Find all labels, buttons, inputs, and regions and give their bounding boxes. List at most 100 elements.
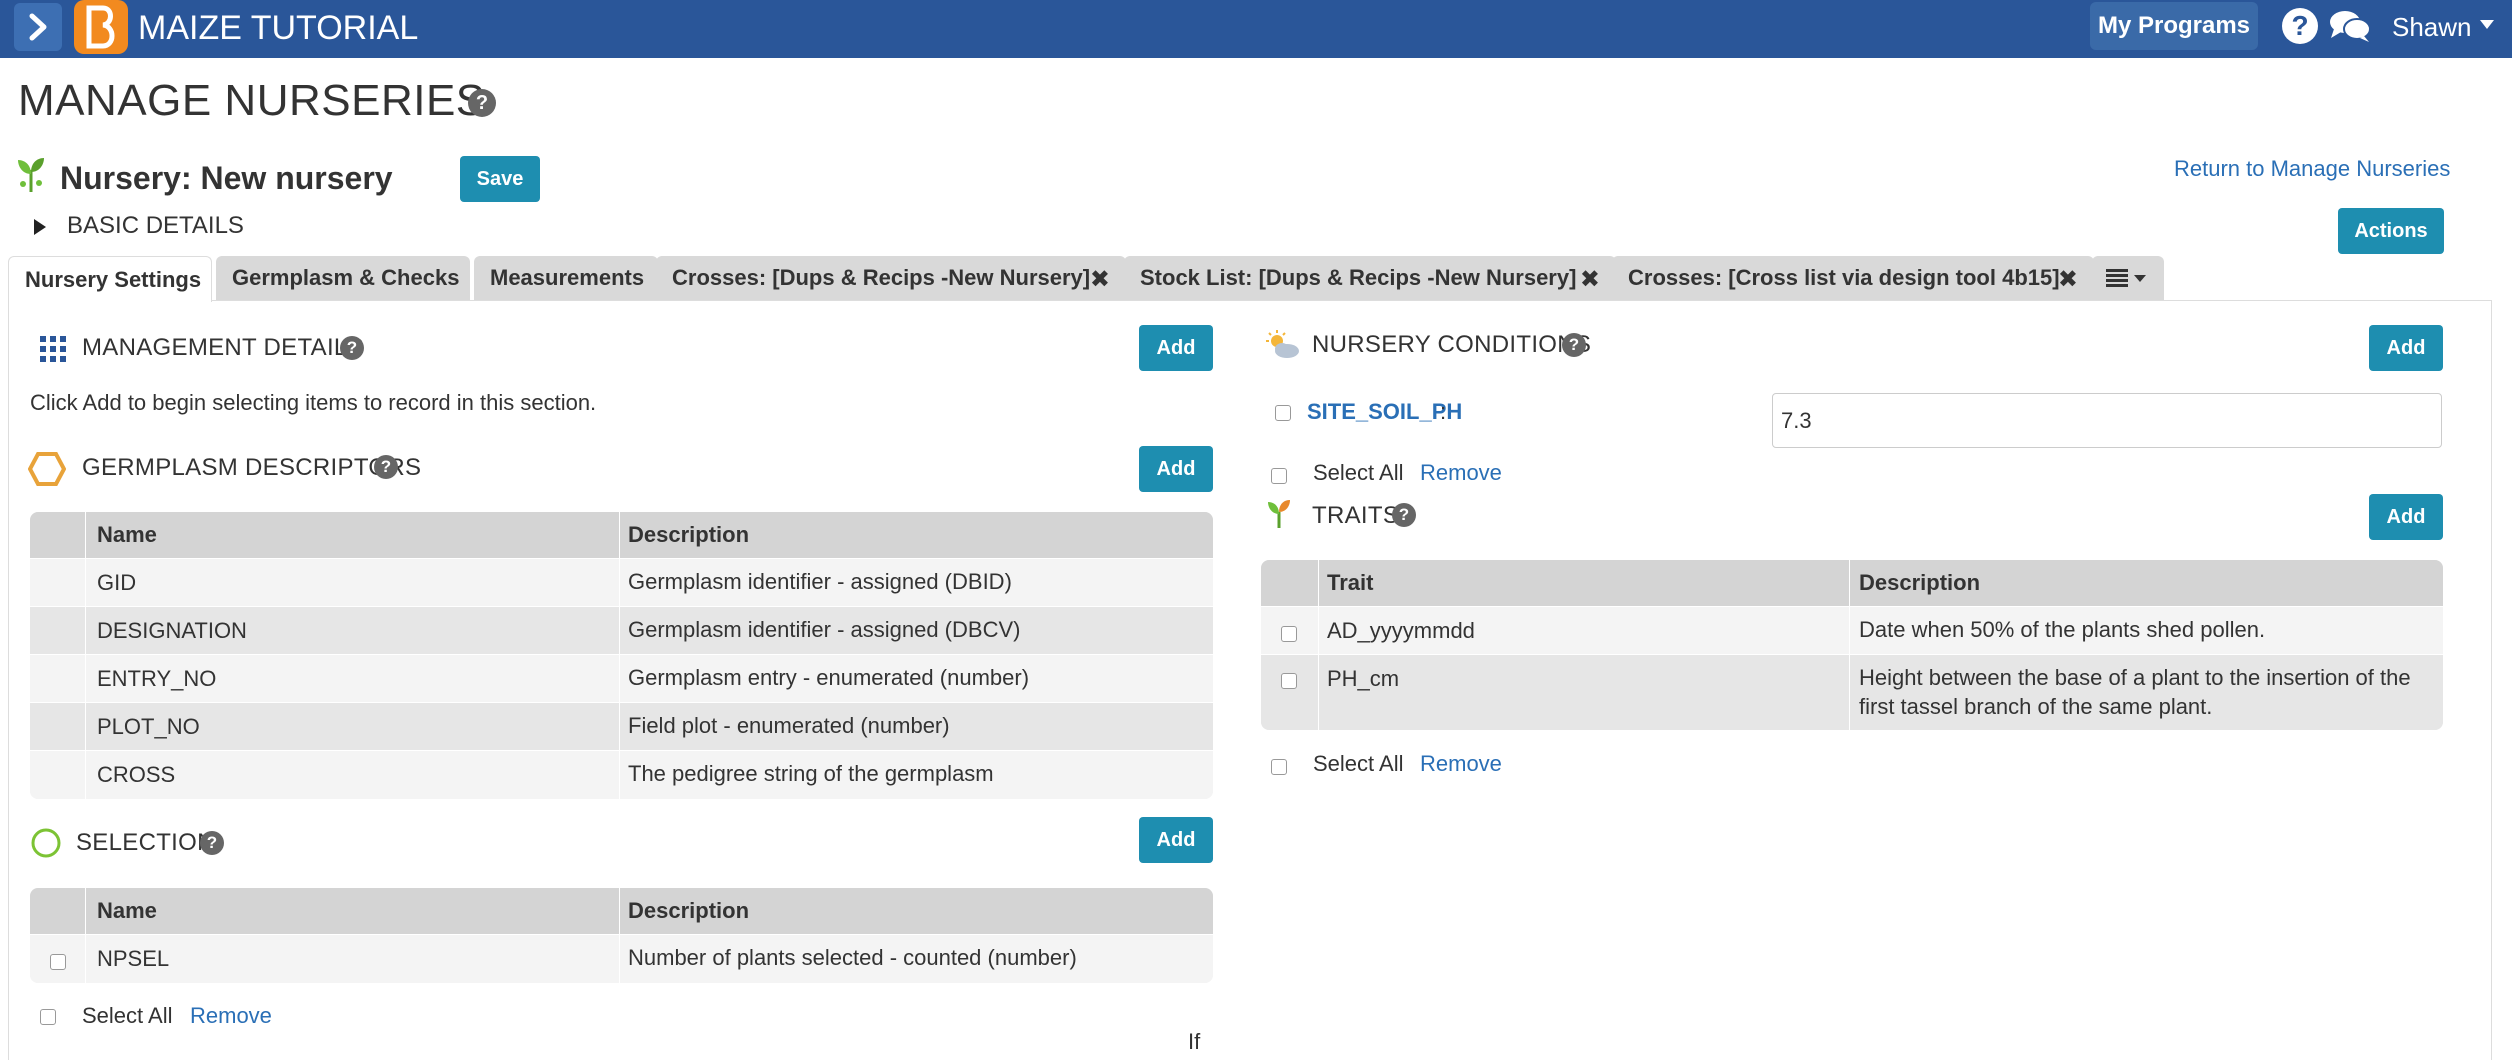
- tab-label: Crosses: [Dups & Recips -New Nursery]: [672, 265, 1091, 290]
- traits-title: TRAITS: [1312, 502, 1400, 529]
- tab-label: Stock List: [Dups & Recips -New Nursery]: [1140, 265, 1577, 290]
- add-management-button[interactable]: Add: [1139, 325, 1213, 371]
- select-all-checkbox[interactable]: [40, 1009, 56, 1025]
- help-icon[interactable]: ?: [374, 455, 398, 479]
- column-divider: [1318, 560, 1319, 730]
- selection-description: Number of plants selected - counted (num…: [628, 945, 1077, 970]
- trait-description: Date when 50% of the plants shed pollen.: [1859, 617, 2266, 642]
- page-title: MANAGE NURSERIES: [18, 76, 486, 125]
- basic-details-toggle[interactable]: BASIC DETAILS: [67, 212, 244, 240]
- select-all-checkbox[interactable]: [1271, 468, 1287, 484]
- trait-name-link[interactable]: AD_yyyymmdd: [1327, 616, 1475, 645]
- question-circle-icon[interactable]: ?: [2282, 8, 2318, 44]
- return-to-manage-nurseries-link[interactable]: Return to Manage Nurseries: [2174, 156, 2450, 182]
- help-icon[interactable]: ?: [1392, 503, 1416, 527]
- germplasm-name-link[interactable]: ENTRY_NO: [97, 664, 216, 693]
- hexagon-icon: [28, 452, 66, 486]
- column-header-name: Name: [97, 522, 157, 547]
- my-programs-button[interactable]: My Programs: [2090, 2, 2258, 50]
- select-all-label: Select All: [1313, 460, 1404, 485]
- germplasm-name-link[interactable]: DESIGNATION: [97, 616, 247, 645]
- bms-logo-icon: [86, 5, 115, 49]
- table-row: AD_yyyymmdd Date when 50% of the plants …: [1261, 606, 2443, 654]
- row-checkbox[interactable]: [50, 954, 66, 970]
- add-germplasm-button[interactable]: Add: [1139, 446, 1213, 492]
- germplasm-name-link[interactable]: GID: [97, 568, 136, 597]
- nursery-conditions-title: NURSERY CONDITIONS: [1312, 331, 1592, 358]
- app-logo[interactable]: [74, 0, 128, 54]
- traits-table: Trait Description AD_yyyymmdd Date when …: [1261, 560, 2443, 730]
- add-traits-button[interactable]: Add: [2369, 494, 2443, 540]
- menu-toggle-button[interactable]: [14, 3, 62, 51]
- condition-checkbox[interactable]: [1275, 405, 1291, 421]
- germplasm-description: The pedigree string of the germplasm: [628, 761, 994, 786]
- selection-table: Name Description NPSEL Number of plants …: [30, 888, 1213, 983]
- germplasm-name-link[interactable]: PLOT_NO: [97, 712, 200, 741]
- tab-crosses-design-tool[interactable]: Crosses: [Cross list via design tool 4b1…: [1612, 256, 2094, 300]
- close-icon[interactable]: ✖: [1580, 265, 1600, 294]
- column-header-description: Description: [628, 522, 750, 547]
- table-header: Trait Description: [1261, 560, 2443, 606]
- expand-triangle-icon[interactable]: [34, 219, 46, 235]
- seedling-icon: [1268, 500, 1290, 528]
- remove-link[interactable]: Remove: [1420, 751, 1502, 777]
- trailing-text: If: [1188, 1029, 1201, 1054]
- row-checkbox[interactable]: [1281, 626, 1297, 642]
- column-divider: [85, 888, 86, 983]
- tab-nursery-settings[interactable]: Nursery Settings: [8, 256, 212, 302]
- tab-list-menu[interactable]: [2092, 256, 2164, 300]
- tab-label: Nursery Settings: [25, 266, 202, 292]
- help-icon[interactable]: ?: [340, 336, 364, 360]
- actions-button[interactable]: Actions: [2338, 208, 2444, 254]
- add-conditions-button[interactable]: Add: [2369, 325, 2443, 371]
- select-all-checkbox[interactable]: [1271, 759, 1287, 775]
- app-title: MAIZE TUTORIAL: [138, 9, 419, 47]
- table-row: PLOT_NO Field plot - enumerated (number): [30, 702, 1213, 750]
- remove-link[interactable]: Remove: [1420, 460, 1502, 486]
- table-header: Name Description: [30, 888, 1213, 934]
- remove-link[interactable]: Remove: [190, 1003, 272, 1029]
- nursery-title: Nursery: New nursery: [60, 160, 393, 196]
- tab-crosses-dups[interactable]: Crosses: [Dups & Recips -New Nursery] ✖: [656, 256, 1126, 300]
- selection-name-link[interactable]: NPSEL: [97, 944, 169, 973]
- help-icon[interactable]: ?: [468, 89, 496, 117]
- user-menu[interactable]: Shawn: [2392, 10, 2472, 44]
- tab-stock-list[interactable]: Stock List: [Dups & Recips -New Nursery]…: [1124, 256, 1616, 300]
- column-divider: [85, 512, 86, 799]
- table-row: GID Germplasm identifier - assigned (DBI…: [30, 558, 1213, 606]
- table-row: NPSEL Number of plants selected - counte…: [30, 934, 1213, 983]
- tab-label: Germplasm & Checks: [232, 265, 460, 290]
- select-all-label: Select All: [82, 1003, 173, 1028]
- tab-measurements[interactable]: Measurements: [474, 256, 658, 300]
- select-all-label: Select All: [1313, 751, 1404, 776]
- help-icon[interactable]: ?: [200, 831, 224, 855]
- close-icon[interactable]: ✖: [2058, 265, 2078, 294]
- caret-down-icon[interactable]: [2480, 20, 2494, 29]
- germplasm-descriptors-table: Name Description GID Germplasm identifie…: [30, 512, 1213, 799]
- table-header: Name Description: [30, 512, 1213, 558]
- germplasm-name-link[interactable]: CROSS: [97, 760, 175, 789]
- circle-outline-icon: [31, 828, 61, 858]
- close-icon[interactable]: ✖: [1090, 265, 1110, 294]
- table-row: PH_cm Height between the base of a plant…: [1261, 654, 2443, 730]
- table-row: ENTRY_NO Germplasm entry - enumerated (n…: [30, 654, 1213, 702]
- column-divider: [1849, 560, 1850, 730]
- row-checkbox[interactable]: [1281, 673, 1297, 689]
- variable-colon: :: [1440, 399, 1447, 424]
- column-header-trait: Trait: [1327, 570, 1374, 595]
- save-button[interactable]: Save: [460, 156, 540, 202]
- site-soil-ph-link[interactable]: SITE_SOIL_PH: [1307, 399, 1462, 425]
- germplasm-description: Field plot - enumerated (number): [628, 713, 950, 738]
- trait-name-link[interactable]: PH_cm: [1327, 664, 1399, 693]
- help-icon[interactable]: ?: [1562, 333, 1586, 357]
- germplasm-descriptors-title: GERMPLASM DESCRIPTORS: [82, 454, 422, 481]
- chevron-right-icon: [29, 13, 47, 41]
- chat-bubbles-icon[interactable]: [2328, 8, 2372, 44]
- selection-title: SELECTION: [76, 829, 215, 856]
- sprout-icon: [18, 158, 44, 192]
- tab-germplasm-checks[interactable]: Germplasm & Checks: [216, 256, 470, 300]
- add-selection-button[interactable]: Add: [1139, 817, 1213, 863]
- germplasm-description: Germplasm entry - enumerated (number): [628, 665, 1030, 690]
- site-soil-ph-input[interactable]: 7.3: [1772, 393, 2442, 448]
- weather-icon: [1266, 330, 1299, 358]
